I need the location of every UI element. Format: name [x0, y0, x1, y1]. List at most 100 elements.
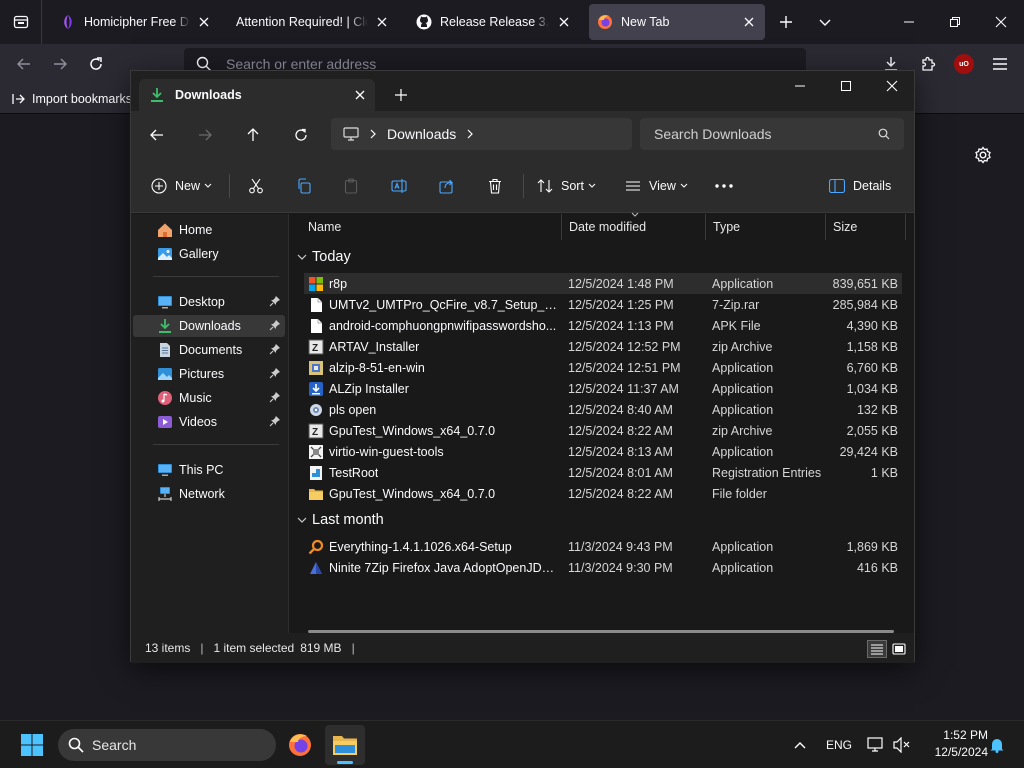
volume-button[interactable]: [890, 733, 914, 757]
explorer-back-button[interactable]: [141, 119, 173, 151]
column-divider[interactable]: [825, 214, 826, 240]
table-row[interactable]: Ninite 7Zip Firefox Java AdoptOpenJDK x.…: [304, 557, 902, 578]
pin-icon[interactable]: [269, 415, 281, 427]
notifications-button[interactable]: [986, 733, 1008, 757]
explorer-refresh-button[interactable]: [285, 119, 317, 151]
close-tab-icon[interactable]: [355, 90, 365, 100]
close-tab-icon[interactable]: [196, 14, 212, 30]
explorer-new-tab-button[interactable]: [389, 83, 413, 107]
firefox-view-button[interactable]: [0, 0, 42, 44]
table-row[interactable]: pls open 12/5/2024 8:40 AM Application 1…: [304, 399, 902, 420]
column-divider[interactable]: [705, 214, 706, 240]
view-button[interactable]: View: [625, 170, 688, 202]
rename-button[interactable]: [391, 170, 407, 202]
app-menu-button[interactable]: [984, 48, 1016, 80]
sidebar-item-documents[interactable]: Documents: [133, 339, 285, 361]
taskbar-search-box[interactable]: Search: [58, 729, 276, 761]
new-button[interactable]: New: [151, 170, 212, 202]
show-hidden-icons-button[interactable]: [788, 733, 812, 757]
table-row[interactable]: GpuTest_Windows_x64_0.7.0 12/5/2024 8:22…: [304, 483, 902, 504]
explorer-close-button[interactable]: [869, 71, 915, 101]
close-tab-icon[interactable]: [741, 14, 757, 30]
breadcrumb-downloads[interactable]: Downloads: [387, 126, 456, 142]
table-row[interactable]: Everything-1.4.1.1026.x64-Setup 11/3/202…: [304, 536, 902, 557]
table-row[interactable]: r8p 12/5/2024 1:48 PM Application 839,65…: [304, 273, 902, 294]
taskbar-firefox[interactable]: [280, 725, 320, 765]
sidebar-item-desktop[interactable]: Desktop: [133, 291, 285, 313]
browser-restore-button[interactable]: [932, 0, 978, 44]
column-divider[interactable]: [561, 214, 562, 240]
sidebar-item-this-pc[interactable]: This PC: [133, 459, 285, 481]
column-divider[interactable]: [905, 214, 906, 240]
extensions-button[interactable]: [912, 48, 944, 80]
list-all-tabs-button[interactable]: [809, 6, 841, 38]
sidebar-item-gallery[interactable]: Gallery: [133, 243, 285, 265]
paste-button[interactable]: [343, 170, 359, 202]
table-row[interactable]: android-comphuongpnwifipasswordsho... 12…: [304, 315, 902, 336]
start-button[interactable]: [12, 725, 52, 765]
share-button[interactable]: [439, 170, 455, 202]
close-tab-icon[interactable]: [374, 14, 390, 30]
table-row[interactable]: Z GpuTest_Windows_x64_0.7.0 12/5/2024 8:2…: [304, 420, 902, 441]
reload-button[interactable]: [80, 48, 112, 80]
pin-icon[interactable]: [269, 319, 281, 331]
sidebar-item-downloads[interactable]: Downloads: [133, 315, 285, 337]
browser-tab-new-tab[interactable]: New Tab: [589, 4, 765, 40]
table-row[interactable]: TestRoot 12/5/2024 8:01 AM Registration …: [304, 462, 902, 483]
table-row[interactable]: alzip-8-51-en-win 12/5/2024 12:51 PM App…: [304, 357, 902, 378]
chevron-right-icon[interactable]: [466, 129, 474, 139]
pin-icon[interactable]: [269, 391, 281, 403]
sidebar-item-network[interactable]: Network: [133, 483, 285, 505]
group-header-today[interactable]: Today: [296, 246, 351, 268]
table-row[interactable]: virtio-win-guest-tools 12/5/2024 8:13 AM…: [304, 441, 902, 462]
import-bookmarks-link[interactable]: Import bookmarks: [32, 92, 132, 106]
cut-button[interactable]: [248, 170, 264, 202]
browser-tab-github-release[interactable]: Release Release 3.3.4 · l: [408, 4, 580, 40]
explorer-minimize-button[interactable]: [777, 71, 823, 101]
see-more-button[interactable]: [715, 170, 733, 202]
browser-tab-homicipher[interactable]: Homicipher Free Down: [52, 4, 220, 40]
taskbar-clock[interactable]: 1:52 PM 12/5/2024: [916, 727, 988, 763]
column-header-name[interactable]: Name: [308, 214, 341, 240]
ublock-origin-button[interactable]: uO: [948, 48, 980, 80]
table-row[interactable]: UMTv2_UMTPro_QcFire_v8.7_Setup_Repa... 1…: [304, 294, 902, 315]
pin-icon[interactable]: [269, 295, 281, 307]
new-tab-settings-button[interactable]: [972, 144, 994, 166]
details-view-toggle[interactable]: [867, 640, 887, 658]
large-icons-view-toggle[interactable]: [889, 640, 909, 658]
browser-tab-cloudflare[interactable]: Attention Required! | Cloud: [228, 4, 398, 40]
taskbar-file-explorer[interactable]: [325, 725, 365, 765]
explorer-maximize-button[interactable]: [823, 71, 869, 101]
details-pane-button[interactable]: Details: [829, 170, 891, 202]
forward-button[interactable]: [44, 48, 76, 80]
close-tab-icon[interactable]: [556, 14, 572, 30]
delete-button[interactable]: [487, 170, 503, 202]
explorer-search-box[interactable]: Search Downloads: [640, 118, 904, 150]
group-header-last-month[interactable]: Last month: [296, 509, 384, 531]
sort-button[interactable]: Sort: [537, 170, 596, 202]
sidebar-item-music[interactable]: Music: [133, 387, 285, 409]
column-header-type[interactable]: Type: [713, 214, 740, 240]
explorer-address-bar[interactable]: Downloads: [331, 118, 632, 150]
table-row[interactable]: Z ARTAV_Installer 12/5/2024 12:52 PM zip …: [304, 336, 902, 357]
column-header-date-modified[interactable]: Date modified: [569, 214, 646, 240]
pin-icon[interactable]: [269, 343, 281, 355]
copy-button[interactable]: [296, 170, 312, 202]
import-icon: [12, 93, 25, 104]
column-header-size[interactable]: Size: [833, 214, 857, 240]
file-name: r8p: [329, 276, 348, 291]
back-button[interactable]: [8, 48, 40, 80]
sidebar-item-home[interactable]: Home: [133, 219, 285, 241]
new-tab-button[interactable]: [770, 6, 802, 38]
table-row[interactable]: ALZip Installer 12/5/2024 11:37 AM Appli…: [304, 378, 902, 399]
explorer-forward-button[interactable]: [189, 119, 221, 151]
input-language-indicator[interactable]: ENG: [820, 733, 858, 757]
network-status-button[interactable]: [864, 733, 888, 757]
sidebar-item-videos[interactable]: Videos: [133, 411, 285, 433]
sidebar-item-pictures[interactable]: Pictures: [133, 363, 285, 385]
explorer-tab-downloads[interactable]: Downloads: [139, 79, 375, 111]
browser-close-button[interactable]: [978, 0, 1024, 44]
explorer-up-button[interactable]: [237, 119, 269, 151]
browser-minimize-button[interactable]: [886, 0, 932, 44]
pin-icon[interactable]: [269, 367, 281, 379]
